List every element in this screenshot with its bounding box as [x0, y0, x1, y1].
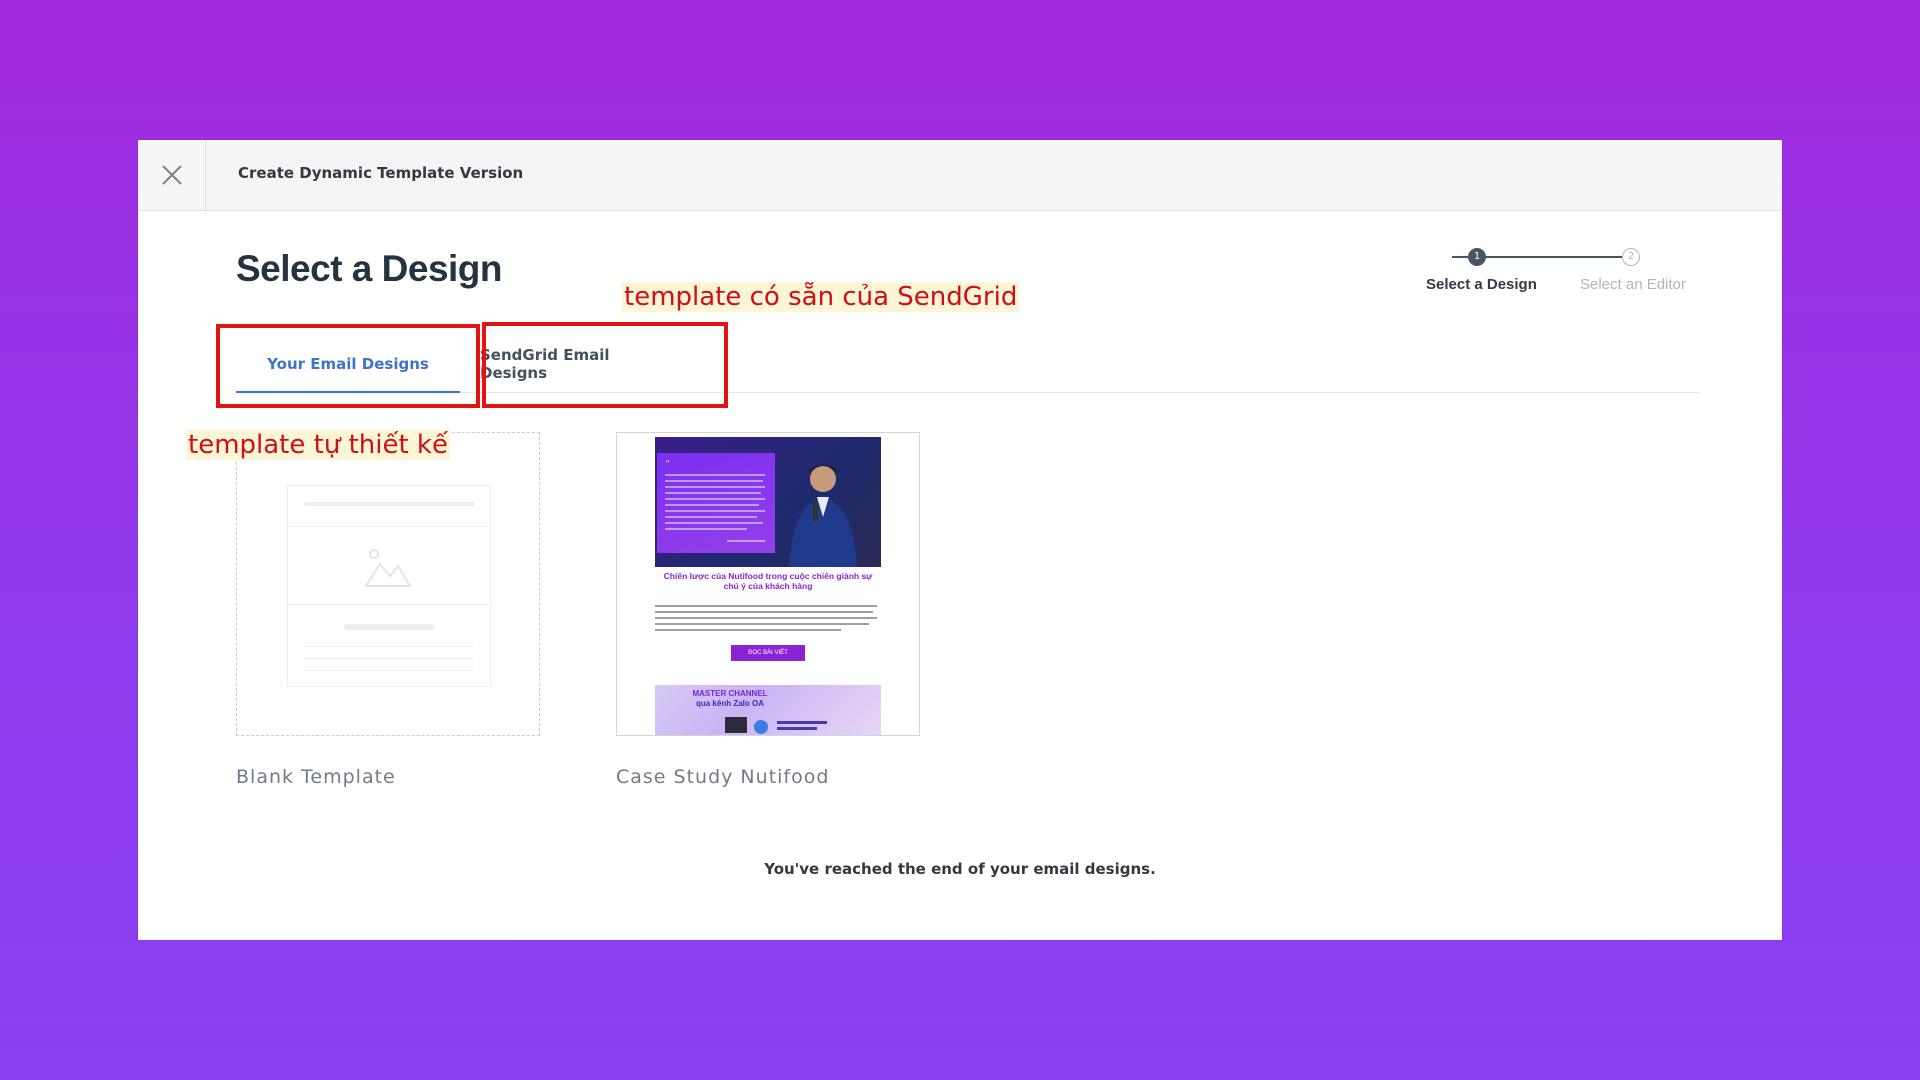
illustration-divider	[288, 604, 490, 605]
stepper: 1 2 Select a Design Select an Editor	[1426, 248, 1696, 298]
modal-header-title: Create Dynamic Template Version	[238, 164, 524, 182]
blank-template-label: Blank Template	[236, 766, 396, 788]
modal-header: Create Dynamic Template Version	[138, 140, 1782, 211]
speaker-photo	[789, 465, 857, 567]
page-title: Select a Design	[236, 248, 503, 289]
step-2-label: Select an Editor	[1580, 276, 1686, 293]
annotation-box-sendgrid-designs	[482, 322, 728, 408]
illustration-bar	[304, 502, 474, 506]
illustration-line	[304, 658, 474, 659]
nutifood-template-card[interactable]: “ Chiến lược của Nutifood trong cuộc chi…	[616, 432, 920, 736]
preview-banner-line1: MASTER CHANNEL	[692, 689, 768, 698]
image-placeholder-icon	[364, 549, 412, 587]
preview-text-line	[655, 611, 873, 613]
preview-text-line	[655, 629, 841, 631]
illustration-bar	[344, 624, 434, 630]
banner-graphics	[725, 717, 827, 734]
end-of-list-message: You've reached the end of your email des…	[764, 860, 1156, 878]
preview-text-line	[655, 605, 877, 607]
preview-quote-box: “	[657, 453, 775, 553]
preview-text-line	[655, 623, 869, 625]
blank-template-illustration	[287, 485, 491, 687]
step-1-indicator: 1	[1468, 248, 1486, 266]
svg-text:“: “	[665, 459, 670, 470]
preview-hero-image: “	[655, 437, 881, 567]
create-template-modal: Create Dynamic Template Version Select a…	[138, 140, 1782, 940]
preview-banner: MASTER CHANNEL qua kênh Zalo OA	[655, 685, 881, 735]
preview-text-line	[655, 617, 877, 619]
nutifood-template-label: Case Study Nutifood	[616, 766, 830, 788]
step-1-label: Select a Design	[1426, 276, 1537, 293]
blank-template-card[interactable]	[236, 432, 540, 736]
illustration-line	[304, 646, 474, 647]
step-2-indicator: 2	[1622, 248, 1640, 266]
annotation-sendgrid-note: template có sẵn của SendGrid	[622, 282, 1020, 312]
close-button[interactable]	[138, 140, 206, 210]
preview-heading: Chiến lược của Nutifood trong cuộc chiến…	[663, 571, 873, 591]
annotation-own-note: template tự thiết kế	[186, 430, 450, 460]
preview-banner-line2: qua kênh Zalo OA	[695, 699, 764, 708]
close-icon	[161, 165, 182, 185]
stepper-connector	[1486, 256, 1622, 258]
quote-text-lines: “	[665, 459, 765, 542]
illustration-line	[304, 670, 474, 671]
preview-read-button: ĐỌC BÀI VIẾT	[731, 645, 805, 661]
annotation-box-your-designs	[216, 324, 480, 408]
illustration-divider	[288, 526, 490, 527]
